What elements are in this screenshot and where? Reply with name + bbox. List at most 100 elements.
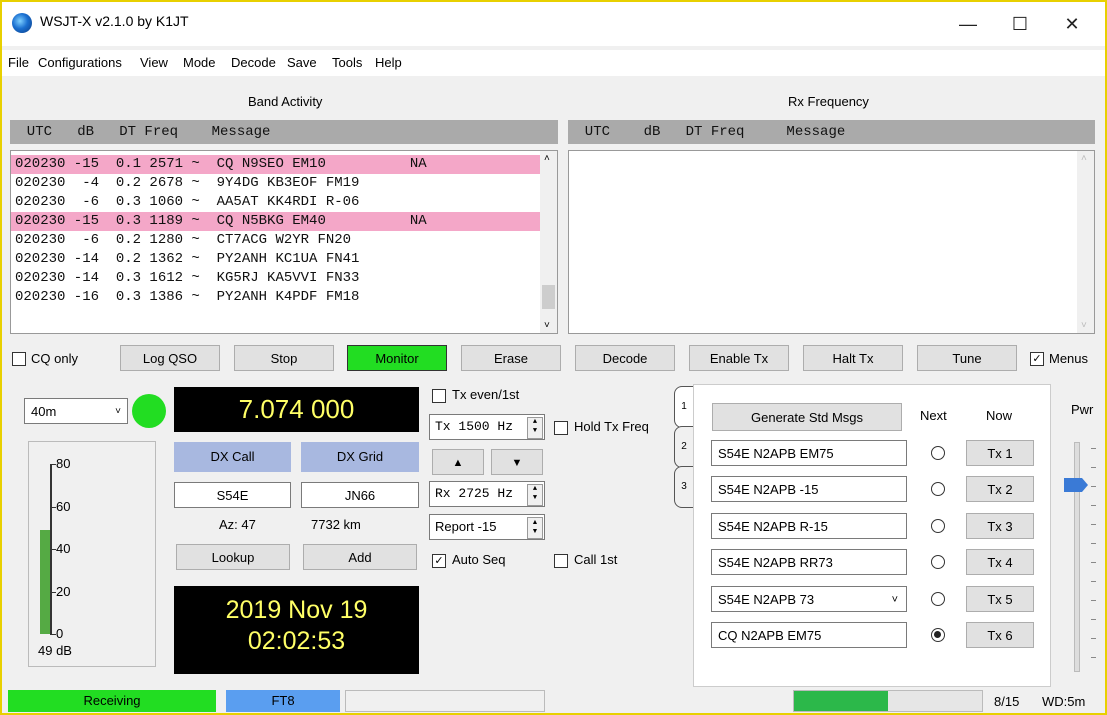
tx4-message-field[interactable]: S54E N2APB RR73	[711, 549, 907, 575]
tx5-next-radio[interactable]	[931, 592, 945, 606]
tx6-message-field[interactable]: CQ N2APB EM75	[711, 622, 907, 648]
tx1-message-field[interactable]: S54E N2APB EM75	[711, 440, 907, 466]
tx1-next-radio[interactable]	[931, 446, 945, 460]
tx-message-text: S54E N2APB -15	[718, 482, 819, 497]
dx-grid-label: DX Grid	[301, 442, 419, 472]
rx-frequency-list[interactable]: ˄ ˅	[568, 150, 1095, 334]
hold-tx-freq-checkbox[interactable]	[554, 421, 568, 435]
monitor-button[interactable]: Monitor	[347, 345, 447, 371]
spin-arrows-icon[interactable]: ▲ ▼	[527, 417, 543, 439]
tx2-message-field[interactable]: S54E N2APB -15	[711, 476, 907, 502]
halt-tx-button[interactable]: Halt Tx	[803, 345, 903, 371]
cq-only-checkbox[interactable]	[12, 352, 26, 366]
band-select[interactable]: 40m ˅	[24, 398, 128, 424]
report-spinbox[interactable]: Report -15 ▲ ▼	[429, 514, 545, 540]
menu-mode[interactable]: Mode	[183, 55, 216, 70]
decode-row[interactable]: 020230 -15 0.1 2571 ~ CQ N9SEO EM10 NA	[11, 155, 540, 174]
band-value: 40m	[31, 404, 57, 419]
power-tick	[1091, 581, 1096, 582]
decode-row[interactable]: 020230 -14 0.3 1612 ~ KG5RJ KA5VVI FN33	[11, 269, 540, 288]
watchdog-text: WD:5m	[1042, 694, 1086, 709]
decode-row[interactable]: 020230 -14 0.2 1362 ~ PY2ANH KC1UA FN41	[11, 250, 540, 269]
add-button[interactable]: Add	[303, 544, 417, 570]
menus-checkbox[interactable]: ✓	[1030, 352, 1044, 366]
scroll-down-icon[interactable]: ˅	[544, 320, 550, 331]
power-tick	[1091, 467, 1096, 468]
dx-grid-input[interactable]: JN66	[301, 482, 419, 508]
stop-button[interactable]: Stop	[234, 345, 334, 371]
tx6-now-button[interactable]: Tx 6	[966, 622, 1034, 648]
enable-tx-button[interactable]: Enable Tx	[689, 345, 789, 371]
tx6-next-radio[interactable]	[931, 628, 945, 642]
lookup-button[interactable]: Lookup	[176, 544, 290, 570]
tx5-now-button[interactable]: Tx 5	[966, 586, 1034, 612]
tx-frequency-spinbox[interactable]: Tx 1500 Hz ▲ ▼	[429, 414, 545, 440]
decode-row[interactable]: 020230 -15 0.3 1189 ~ CQ N5BKG EM40 NA	[11, 212, 540, 231]
maximize-button[interactable]: ☐	[1000, 10, 1040, 38]
call-1st-label: Call 1st	[574, 552, 618, 567]
dx-call-input[interactable]: S54E	[174, 482, 291, 508]
tx5-message-field[interactable]: S54E N2APB 73 ˅	[711, 586, 907, 612]
decode-button[interactable]: Decode	[575, 345, 675, 371]
tune-button[interactable]: Tune	[917, 345, 1017, 371]
close-button[interactable]: ✕	[1052, 10, 1092, 38]
azimuth-readout: Az: 47	[219, 517, 256, 532]
tx3-next-radio[interactable]	[931, 519, 945, 533]
menu-configurations[interactable]: Configurations	[38, 55, 122, 70]
minimize-button[interactable]: —	[948, 10, 988, 38]
chevron-down-icon[interactable]: ˅	[892, 587, 898, 613]
receiving-status: Receiving	[8, 690, 216, 712]
scroll-up-icon[interactable]: ˄	[544, 153, 550, 164]
down-arrow-button[interactable]: ▼	[491, 449, 543, 475]
scroll-thumb[interactable]	[542, 285, 555, 309]
menu-view[interactable]: View	[140, 55, 168, 70]
rx-frequency-scrollbar[interactable]: ˄ ˅	[1077, 151, 1094, 333]
scroll-down-icon[interactable]: ˅	[1081, 320, 1087, 331]
tx-even-checkbox[interactable]	[432, 389, 446, 403]
rx-frequency-value: Rx 2725 Hz	[435, 486, 514, 501]
spin-arrows-icon[interactable]: ▲ ▼	[527, 484, 543, 506]
spin-arrows-icon[interactable]: ▲ ▼	[527, 517, 543, 539]
rx-frequency-header: UTC dB DT Freq Message	[568, 120, 1095, 144]
tab-2[interactable]: 2	[674, 426, 694, 468]
tx4-now-button[interactable]: Tx 4	[966, 549, 1034, 575]
tx3-now-button[interactable]: Tx 3	[966, 513, 1034, 539]
menu-decode[interactable]: Decode	[231, 55, 276, 70]
up-arrow-button[interactable]: ▲	[432, 449, 484, 475]
scroll-up-icon[interactable]: ˄	[1081, 153, 1087, 164]
log-qso-button[interactable]: Log QSO	[120, 345, 220, 371]
menu-help[interactable]: Help	[375, 55, 402, 70]
menu-save[interactable]: Save	[287, 55, 317, 70]
tx-frequency-value: Tx 1500 Hz	[435, 419, 514, 434]
tx2-now-button[interactable]: Tx 2	[966, 476, 1034, 502]
menu-file[interactable]: File	[8, 55, 29, 70]
erase-button[interactable]: Erase	[461, 345, 561, 371]
cq-only-label: CQ only	[31, 351, 78, 366]
band-activity-list[interactable]: 020230 -15 0.1 2571 ~ CQ N9SEO EM10 NA 02…	[10, 150, 558, 334]
tx4-next-radio[interactable]	[931, 555, 945, 569]
band-activity-scrollbar[interactable]: ˄ ˅	[540, 151, 557, 333]
call-1st-checkbox[interactable]	[554, 554, 568, 568]
decode-row[interactable]: 020230 -16 0.3 1386 ~ PY2ANH K4PDF FM18	[11, 288, 540, 307]
power-tick	[1091, 600, 1096, 601]
power-slider-track[interactable]	[1074, 442, 1080, 672]
tab-1[interactable]: 1	[674, 386, 694, 428]
decode-row[interactable]: 020230 -4 0.2 2678 ~ 9Y4DG KB3EOF FM19	[11, 174, 540, 193]
rx-frequency-spinbox[interactable]: Rx 2725 Hz ▲ ▼	[429, 481, 545, 507]
tx1-now-button[interactable]: Tx 1	[966, 440, 1034, 466]
generate-std-msgs-button[interactable]: Generate Std Msgs	[712, 403, 902, 431]
tx3-message-field[interactable]: S54E N2APB R-15	[711, 513, 907, 539]
menu-tools[interactable]: Tools	[332, 55, 362, 70]
power-slider-handle[interactable]	[1064, 478, 1088, 492]
auto-seq-checkbox[interactable]: ✓	[432, 554, 446, 568]
title-bar: WSJT-X v2.1.0 by K1JT — ☐ ✕	[2, 2, 1105, 46]
decode-row[interactable]: 020230 -6 0.3 1060 ~ AA5AT KK4RDI R-06	[11, 193, 540, 212]
next-column-label: Next	[920, 408, 947, 423]
tx2-next-radio[interactable]	[931, 482, 945, 496]
meter-tick-label: 80	[56, 456, 71, 471]
tab-3[interactable]: 3	[674, 466, 694, 508]
meter-tick-label: 60	[56, 498, 71, 514]
clock-time: 02:02:53	[247, 627, 346, 655]
decode-row[interactable]: 020230 -6 0.2 1280 ~ CT7ACG W2YR FN20	[11, 231, 540, 250]
now-column-label: Now	[986, 408, 1013, 423]
